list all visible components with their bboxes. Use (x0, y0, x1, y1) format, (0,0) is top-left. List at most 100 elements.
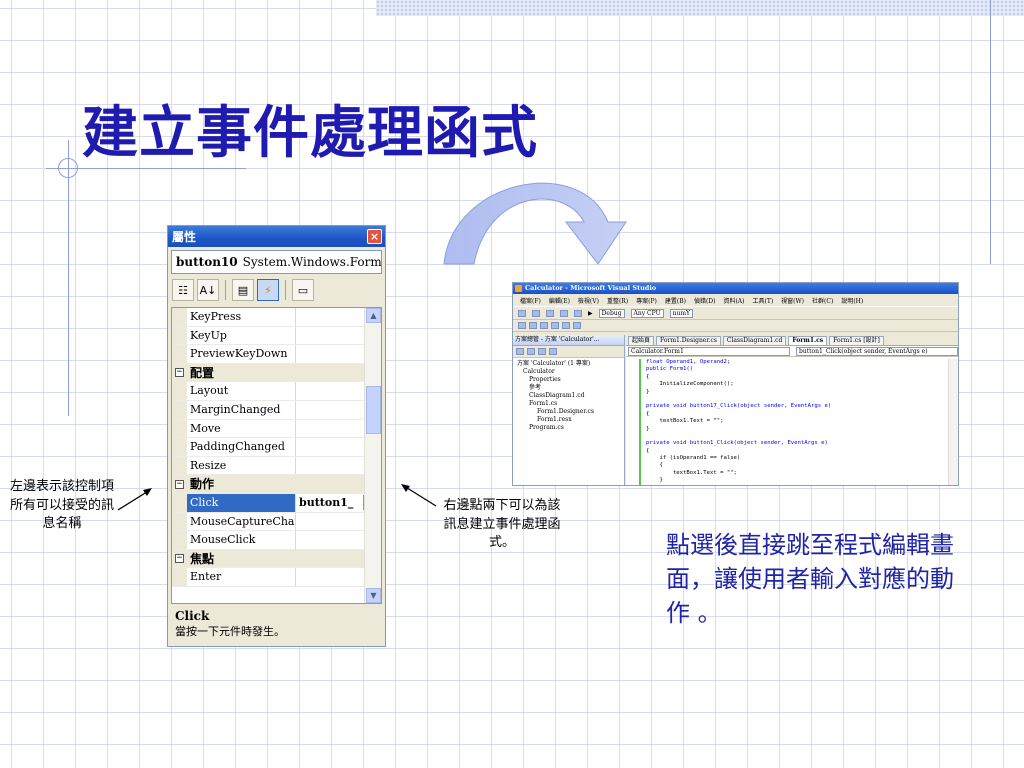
event-name[interactable]: Enter (187, 568, 296, 586)
vs-menu-item[interactable]: 建置(B) (665, 296, 686, 305)
solution-tree-item[interactable]: 參考 (517, 384, 624, 392)
vs-menu-item[interactable]: 資料(A) (723, 296, 744, 305)
vs-menu-item[interactable]: 專案(P) (636, 296, 657, 305)
event-name[interactable]: MarginChanged (187, 400, 296, 419)
solution-tree-item[interactable]: Program.cs (517, 424, 624, 432)
copy-icon[interactable] (574, 309, 582, 317)
property-category[interactable]: − 動作 (172, 475, 381, 494)
view-code-icon[interactable] (549, 348, 557, 355)
properties-icon[interactable] (516, 348, 524, 355)
event-name[interactable]: KeyPress (187, 308, 296, 326)
property-category[interactable]: − 配置 (172, 363, 381, 383)
scroll-down-icon[interactable]: ▼ (366, 588, 381, 603)
editor-tab[interactable]: Form1.cs (788, 336, 828, 345)
editor-scrollbar[interactable] (948, 359, 958, 485)
property-row[interactable]: MouseClick (172, 531, 381, 550)
property-row[interactable]: MarginChanged (172, 400, 381, 420)
categorized-icon[interactable]: ☷ (172, 279, 194, 301)
event-name[interactable]: MouseCaptureChange (187, 512, 296, 531)
find-combo[interactable]: numY (669, 308, 694, 318)
refresh-icon[interactable] (538, 348, 546, 355)
object-selector[interactable]: button10 System.Windows.Forms.Bu ▼ (171, 250, 382, 274)
property-row[interactable]: PaddingChanged (172, 438, 381, 457)
solution-explorer: 方案總管 - 方案 'Calculator'... 方案 'Calculator… (513, 335, 625, 485)
event-name[interactable]: Layout (187, 382, 296, 400)
vs-menu-item[interactable]: 社群(C) (812, 296, 833, 305)
event-name[interactable]: Resize (187, 456, 296, 475)
layout-tool-icon[interactable] (573, 322, 581, 329)
vs-menu-item[interactable]: 視窗(W) (781, 296, 804, 305)
description-area: Click 當按一下元件時發生。 (171, 607, 382, 643)
solution-tree-item[interactable]: Calculator (517, 368, 624, 376)
category-toggle[interactable]: − (172, 549, 187, 568)
vs-menu-item[interactable]: 檢視(V) (578, 296, 599, 305)
vs-menu-item[interactable]: 說明(H) (841, 296, 863, 305)
class-combo[interactable]: Calculator.Form1 (628, 347, 790, 356)
code-lines[interactable]: float Operand1, Operand2; public Form1(){… (646, 359, 946, 485)
solution-tree-item[interactable]: Form1.resx (517, 416, 624, 424)
vs-menu-item[interactable]: 編輯(E) (549, 296, 570, 305)
scroll-thumb[interactable] (366, 386, 381, 434)
event-name[interactable]: PaddingChanged (187, 438, 296, 456)
alphabetical-sort-icon[interactable]: A↓ (197, 279, 219, 301)
vs-menu-item[interactable]: 檔案(F) (520, 296, 541, 305)
vs-menu-item[interactable]: 重整(R) (607, 296, 628, 305)
collapse-minus-icon[interactable]: − (175, 479, 184, 489)
property-grid-scrollbar[interactable]: ▲ ▼ (364, 308, 381, 603)
property-row[interactable]: PreviewKeyDown (172, 345, 381, 364)
config-combo[interactable]: Debug (598, 308, 625, 318)
show-all-files-icon[interactable] (527, 348, 535, 355)
event-name[interactable]: PreviewKeyDown (187, 345, 296, 363)
solution-tree-item[interactable]: Properties (517, 376, 624, 384)
layout-tool-icon[interactable] (562, 322, 570, 329)
solution-tree-item[interactable]: ClassDiagram1.cd (517, 392, 624, 400)
toolbar-separator (225, 280, 226, 300)
solution-tree-item[interactable]: 方案 'Calculator' (1 專案) (517, 360, 624, 368)
property-row[interactable]: Move (172, 419, 381, 439)
editor-tab[interactable]: 起始頁 (628, 336, 655, 345)
category-toggle[interactable]: − (172, 475, 187, 493)
property-row[interactable]: MouseCaptureChange (172, 512, 381, 532)
save-icon[interactable] (546, 309, 554, 317)
code-line: } (646, 425, 650, 432)
new-project-icon[interactable] (518, 309, 526, 317)
event-name[interactable]: KeyUp (187, 326, 296, 345)
events-lightning-icon[interactable]: ⚡ (257, 279, 279, 301)
event-name[interactable]: Click (187, 493, 296, 512)
layout-tool-icon[interactable] (540, 322, 548, 329)
property-pages-icon[interactable]: ▭ (292, 279, 314, 301)
platform-combo[interactable]: Any CPU (630, 308, 664, 318)
vs-menu-item[interactable]: 偵錯(D) (694, 296, 716, 305)
solution-tree-item[interactable]: Form1.cs (517, 400, 624, 408)
property-row[interactable]: Enter (172, 568, 381, 587)
collapse-minus-icon[interactable]: − (175, 554, 184, 564)
collapse-minus-icon[interactable]: − (175, 368, 184, 378)
layout-tool-icon[interactable] (518, 322, 526, 329)
member-combo[interactable]: button1_Click(object sender, EventArgs e… (796, 347, 958, 356)
property-category[interactable]: − 焦點 (172, 549, 381, 569)
editor-tab[interactable]: Form1.Designer.cs (656, 336, 721, 345)
vs-menu-item[interactable]: 工具(T) (752, 296, 773, 305)
event-name[interactable]: Move (187, 419, 296, 438)
layout-tool-icon[interactable] (529, 322, 537, 329)
category-toggle[interactable]: − (172, 363, 187, 382)
vs-title: Calculator - Microsoft Visual Studio (525, 284, 657, 292)
editor-tab[interactable]: Form1.cs [設計] (829, 336, 884, 345)
properties-view-icon[interactable]: ▤ (232, 279, 254, 301)
cut-icon[interactable] (560, 309, 568, 317)
open-icon[interactable] (532, 309, 540, 317)
property-row[interactable]: KeyUp (172, 326, 381, 346)
scroll-up-icon[interactable]: ▲ (366, 308, 381, 323)
property-row[interactable]: Resize (172, 456, 381, 476)
solution-tree-item[interactable]: Form1.Designer.cs (517, 408, 624, 416)
close-icon[interactable]: × (367, 229, 382, 244)
layout-tool-icon[interactable] (551, 322, 559, 329)
properties-title: 屬性 (172, 230, 197, 244)
property-row[interactable]: Layout (172, 382, 381, 401)
start-debug-icon[interactable]: ▶ (588, 310, 593, 317)
editor-tab[interactable]: ClassDiagram1.cd (722, 336, 787, 345)
row-gutter (172, 308, 187, 326)
event-name[interactable]: MouseClick (187, 531, 296, 549)
property-row[interactable]: Clickbutton1_▼ (172, 493, 381, 513)
property-row[interactable]: KeyPress (172, 308, 381, 327)
